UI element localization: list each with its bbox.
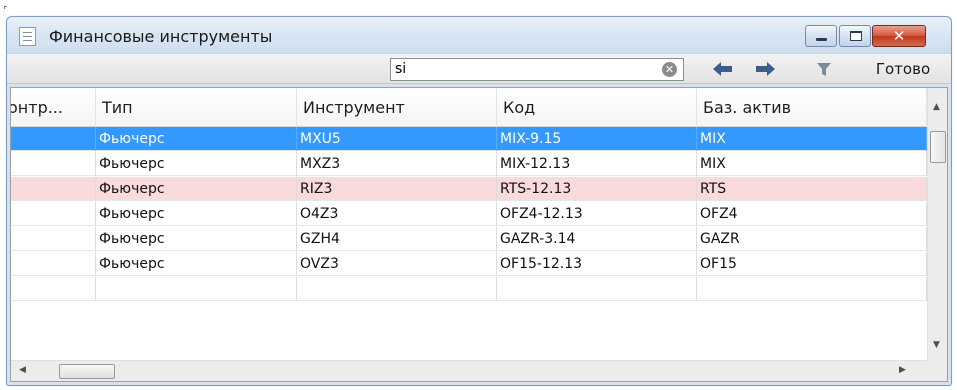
column-header-instrument[interactable]: Инструмент	[297, 88, 497, 127]
cell-type: Фьючерс	[96, 152, 297, 176]
cell-code: OF15-12.13	[497, 252, 697, 276]
financial-instruments-window: Финансовые инструменты ✕ ✕ Готово онтр..…	[6, 16, 952, 386]
filter-icon[interactable]	[811, 57, 837, 81]
cell-type: Фьючерс	[96, 127, 297, 151]
table-row[interactable]: Фьючерс RIZ3 RTS-12.13 RTS	[11, 177, 927, 201]
vertical-scrollbar[interactable]: ▲ ▼	[927, 88, 947, 360]
close-icon: ✕	[892, 27, 906, 45]
cell-contr	[11, 202, 96, 226]
document-list-icon	[19, 27, 36, 46]
maximize-button[interactable]	[839, 25, 871, 47]
maximize-icon	[850, 31, 862, 41]
scroll-up-icon[interactable]: ▲	[933, 102, 940, 112]
scrollbar-corner	[927, 360, 947, 381]
grid-header: онтр... Тип Инструмент Код Баз. актив	[11, 88, 927, 127]
window-corner-mark	[4, 6, 7, 9]
cell-code: MIX-9.15	[497, 127, 697, 151]
cell-type: Фьючерс	[96, 252, 297, 276]
cell-type: Фьючерс	[96, 202, 297, 226]
cell-type: Фьючерс	[96, 177, 297, 201]
cell-type: Фьючерс	[96, 227, 297, 251]
cell-code: OFZ4-12.13	[497, 202, 697, 226]
column-header-base-asset[interactable]: Баз. актив	[697, 88, 927, 127]
cell-code	[497, 277, 697, 301]
cell-code: MIX-12.13	[497, 152, 697, 176]
cell-instrument: O4Z3	[297, 202, 497, 226]
cell-contr	[11, 177, 96, 201]
cell-base-asset	[697, 277, 927, 301]
cell-code: RTS-12.13	[497, 177, 697, 201]
cell-instrument: GZH4	[297, 227, 497, 251]
table-row[interactable]: Фьючерс MXU5 MIX-9.15 MIX	[11, 127, 927, 151]
cell-contr	[11, 277, 96, 301]
instruments-grid: онтр... Тип Инструмент Код Баз. актив Фь…	[10, 87, 948, 382]
close-button[interactable]: ✕	[872, 25, 926, 47]
search-input[interactable]	[395, 59, 645, 80]
table-row[interactable]: Фьючерс O4Z3 OFZ4-12.13 OFZ4	[11, 202, 927, 226]
cell-instrument: RIZ3	[297, 177, 497, 201]
cell-instrument: MXZ3	[297, 152, 497, 176]
arrow-left-icon[interactable]	[710, 57, 736, 81]
table-row[interactable]: Фьючерс MXZ3 MIX-12.13 MIX	[11, 152, 927, 176]
scroll-left-icon[interactable]: ◀	[19, 365, 26, 375]
horizontal-scroll-thumb[interactable]	[59, 364, 115, 379]
cell-contr	[11, 227, 96, 251]
clear-icon[interactable]: ✕	[662, 62, 677, 77]
cell-instrument: MXU5	[297, 127, 497, 151]
search-box[interactable]: ✕	[390, 58, 684, 81]
done-button[interactable]: Готово	[859, 58, 947, 81]
toolbar: ✕ Готово	[7, 53, 951, 84]
scroll-down-icon[interactable]: ▼	[933, 340, 940, 350]
cell-base-asset: GAZR	[697, 227, 927, 251]
cell-type	[96, 277, 297, 301]
minimize-button[interactable]	[805, 25, 837, 47]
column-header-type[interactable]: Тип	[96, 88, 297, 127]
horizontal-scrollbar[interactable]: ◀ ▶	[11, 360, 927, 381]
column-header-code[interactable]: Код	[497, 88, 697, 127]
scroll-right-icon[interactable]: ▶	[899, 365, 906, 375]
table-row[interactable]	[11, 277, 927, 301]
cell-contr	[11, 152, 96, 176]
column-header-contr[interactable]: онтр...	[11, 88, 96, 127]
cell-contr	[11, 127, 96, 151]
vertical-scroll-thumb[interactable]	[930, 131, 946, 163]
minimize-icon	[816, 38, 827, 41]
cell-code: GAZR-3.14	[497, 227, 697, 251]
cell-base-asset: RTS	[697, 177, 927, 201]
cell-instrument	[297, 277, 497, 301]
cell-base-asset: MIX	[697, 127, 927, 151]
cell-contr	[11, 252, 96, 276]
arrow-right-icon[interactable]	[752, 57, 778, 81]
cell-base-asset: OF15	[697, 252, 927, 276]
cell-base-asset: OFZ4	[697, 202, 927, 226]
title-bar[interactable]: Финансовые инструменты ✕	[7, 17, 951, 53]
table-row[interactable]: Фьючерс OVZ3 OF15-12.13 OF15	[11, 252, 927, 276]
window-title: Финансовые инструменты	[49, 27, 273, 46]
table-row[interactable]: Фьючерс GZH4 GAZR-3.14 GAZR	[11, 227, 927, 251]
cell-base-asset: MIX	[697, 152, 927, 176]
cell-instrument: OVZ3	[297, 252, 497, 276]
